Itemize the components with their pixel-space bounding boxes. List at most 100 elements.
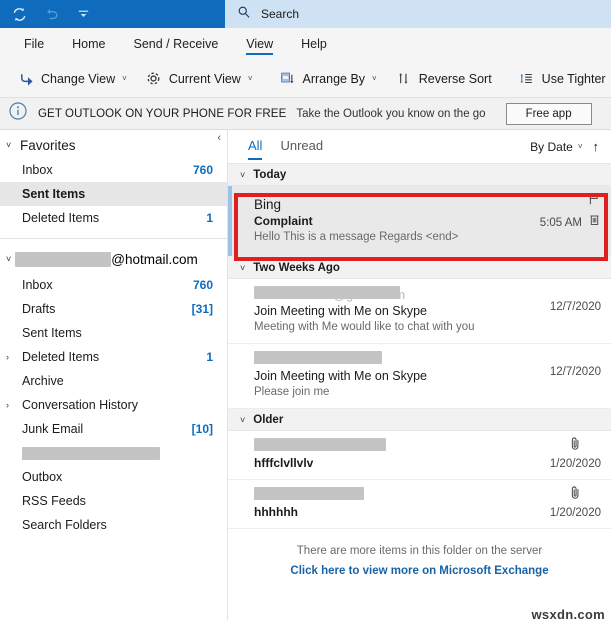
sidebar-item-label: Conversation History	[22, 398, 139, 412]
change-view-label: Change View	[41, 71, 116, 86]
banner-subtitle: Take the Outlook you know on the go	[296, 107, 486, 120]
message-meta: 12/7/2020	[550, 366, 601, 378]
info-icon	[8, 101, 28, 126]
sidebar-item-favorites-sent-items[interactable]: Sent Items	[0, 182, 227, 206]
favorites-group-header[interactable]: ˅ Favorites	[0, 132, 227, 158]
sort-ascending-arrow-icon[interactable]: ↑	[593, 139, 600, 154]
filter-unread[interactable]: Unread	[280, 138, 323, 156]
view-more-on-exchange-link[interactable]: Click here to view more on Microsoft Exc…	[228, 565, 611, 577]
account-group-header[interactable]: ˅ @hotmail.com	[0, 245, 227, 273]
account-name: @hotmail.com	[15, 251, 198, 267]
redacted-username	[15, 251, 112, 267]
chevron-down-icon: ˅	[577, 142, 583, 151]
message-row-older-1[interactable]: hfffclvllvlv 1/20/2020	[228, 431, 611, 480]
use-tighter-button[interactable]: Use Tighter	[509, 64, 611, 94]
tab-view[interactable]: View	[232, 28, 287, 59]
sidebar-item-label: Deleted Items	[22, 350, 100, 364]
attachment-icon	[569, 485, 582, 505]
message-sender-redacted	[254, 438, 599, 455]
unread-count: 760	[192, 278, 213, 292]
tab-home[interactable]: Home	[58, 28, 119, 59]
sort-by-dropdown[interactable]: By Date ˅	[530, 140, 582, 154]
favorites-label: Favorites	[20, 137, 76, 153]
current-view-button[interactable]: Current View ˅	[136, 64, 262, 94]
unread-count: 1	[206, 211, 213, 225]
tab-send-receive[interactable]: Send / Receive	[120, 28, 233, 59]
chevron-down-icon: ˅	[240, 414, 246, 425]
sidebar-item-rss-feeds[interactable]: RSS Feeds	[0, 489, 227, 513]
title-bar: Search	[0, 0, 611, 28]
sidebar-item-label: Sent Items	[22, 187, 86, 201]
sidebar-item-label: Deleted Items	[22, 211, 100, 225]
group-header-older[interactable]: ˅ Older	[228, 409, 611, 431]
message-date: 5:05 AM	[539, 216, 582, 229]
sidebar-item-label: Sent Items	[22, 326, 82, 340]
reverse-sort-button[interactable]: Reverse Sort	[386, 64, 501, 94]
flag-icon[interactable]	[587, 192, 601, 211]
sidebar-item-sent-items[interactable]: Sent Items	[0, 321, 227, 345]
message-sender-redacted	[254, 351, 599, 368]
sidebar-item-favorites-deleted-items[interactable]: Deleted Items 1	[0, 206, 227, 230]
unread-count: 1	[206, 350, 213, 364]
filter-all[interactable]: All	[248, 138, 263, 160]
sidebar-item-drafts[interactable]: Drafts [31]	[0, 297, 227, 321]
chevron-down-icon: ˅	[122, 74, 127, 83]
change-view-button[interactable]: Change View ˅	[8, 64, 136, 94]
redacted-folder-name	[22, 446, 160, 460]
sort-controls: By Date ˅ ↑	[530, 139, 611, 154]
undo-icon[interactable]	[42, 5, 60, 23]
sidebar-item-deleted-items[interactable]: › Deleted Items 1	[0, 345, 227, 369]
arrange-by-label: Arrange By	[302, 71, 366, 86]
chevron-down-icon: ˅	[240, 169, 246, 180]
tab-help[interactable]: Help	[287, 28, 341, 59]
message-row-older-2[interactable]: hhhhhh 1/20/2020	[228, 480, 611, 529]
send-receive-icon[interactable]	[10, 5, 28, 23]
message-row-skype-2[interactable]: Join Meeting with Me on Skype Please joi…	[228, 344, 611, 409]
chevron-right-icon[interactable]: ›	[6, 400, 16, 410]
sidebar-item-search-folders[interactable]: Search Folders	[0, 513, 227, 537]
delete-icon[interactable]	[588, 213, 601, 232]
tab-file[interactable]: File	[10, 28, 58, 59]
group-label: Two Weeks Ago	[253, 261, 340, 274]
sidebar-item-favorites-inbox[interactable]: Inbox 760	[0, 158, 227, 182]
group-header-today[interactable]: ˅ Today	[228, 164, 611, 186]
message-row-bing-complaint[interactable]: Bing Complaint Hello This is a message R…	[228, 186, 611, 257]
sidebar-item-archive[interactable]: Archive	[0, 369, 227, 393]
message-list-toolbar: All Unread By Date ˅ ↑	[228, 130, 611, 164]
message-date: 1/20/2020	[549, 458, 601, 470]
promo-banner: GET OUTLOOK ON YOUR PHONE FOR FREE Take …	[0, 98, 611, 130]
sidebar-item-label: Drafts	[22, 302, 56, 316]
sidebar-item-label: RSS Feeds	[22, 494, 86, 508]
sidebar-item-label: Junk Email	[22, 422, 84, 436]
reverse-sort-icon	[395, 70, 413, 88]
chevron-down-icon: ˅	[247, 74, 253, 83]
message-row-skype-1[interactable]: mounttalsoraf@gmail.com Join Meeting wit…	[228, 279, 611, 344]
chevron-right-icon[interactable]: ›	[6, 352, 16, 362]
message-subject: Join Meeting with Me on Skype	[254, 369, 428, 383]
arrange-by-button[interactable]: Arrange By ˅	[270, 64, 386, 94]
watermark: wsxdn.com	[531, 607, 605, 622]
sidebar-item-outbox[interactable]: Outbox	[0, 465, 227, 489]
customize-quick-access-icon[interactable]	[74, 5, 92, 23]
group-header-two-weeks-ago[interactable]: ˅ Two Weeks Ago	[228, 257, 611, 279]
group-label: Today	[253, 168, 287, 181]
group-label: Older	[253, 413, 284, 426]
sidebar-item-label: Search Folders	[22, 518, 107, 532]
sidebar-item-junk-email[interactable]: Junk Email [10]	[0, 417, 227, 441]
message-preview: Meeting with Me would like to chat with …	[254, 321, 475, 333]
chevron-down-icon: ˅	[372, 74, 377, 83]
account-domain: @hotmail.com	[111, 251, 198, 267]
sort-by-label: By Date	[530, 139, 573, 154]
chevron-down-icon: ˅	[240, 262, 246, 273]
sidebar-item-conversation-history[interactable]: › Conversation History	[0, 393, 227, 417]
message-date: 12/7/2020	[549, 301, 601, 313]
sidebar-item-redacted-folder[interactable]	[0, 441, 227, 465]
message-meta: 1/20/2020	[550, 485, 601, 519]
search-input[interactable]: Search	[225, 0, 611, 28]
folder-pane: ‹ ˅ Favorites Inbox 760 Sent Items Delet…	[0, 130, 228, 620]
collapse-pane-icon[interactable]: ‹	[217, 132, 221, 144]
sidebar-item-inbox[interactable]: Inbox 760	[0, 273, 227, 297]
free-app-button[interactable]: Free app	[505, 102, 592, 125]
message-preview: Please join me	[254, 386, 330, 398]
ribbon-tab-strip: File Home Send / Receive View Help	[0, 28, 611, 60]
